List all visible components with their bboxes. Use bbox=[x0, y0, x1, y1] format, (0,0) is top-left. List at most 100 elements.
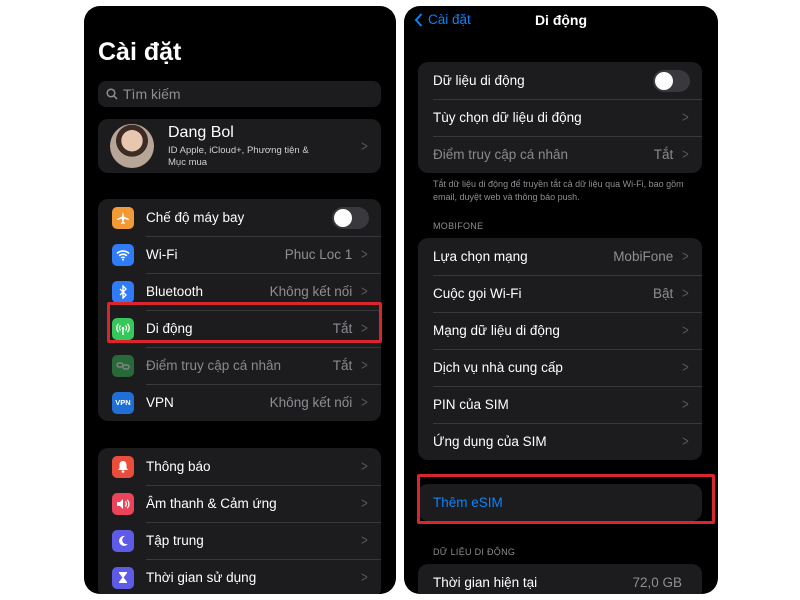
settings-row-sim-pin[interactable]: PIN của SIM > bbox=[418, 386, 702, 423]
settings-row-cellular-data[interactable]: Dữ liệu di động bbox=[418, 62, 702, 99]
row-label: Mạng dữ liệu di động bbox=[433, 323, 560, 338]
general-group: Thông báo > Âm thanh & Cảm ứng > Tập tru… bbox=[98, 448, 381, 594]
settings-row-sounds[interactable]: Âm thanh & Cảm ứng > bbox=[98, 485, 381, 522]
chevron-right-icon: > bbox=[361, 569, 368, 586]
settings-row-cellular-data-network[interactable]: Mạng dữ liệu di động > bbox=[418, 312, 702, 349]
chevron-right-icon: > bbox=[682, 396, 689, 413]
settings-row-cellular[interactable]: Di động Tắt > bbox=[98, 310, 381, 347]
nav-bar: Cài đặt Di động bbox=[404, 12, 718, 32]
settings-row-network-selection[interactable]: Lựa chọn mạng MobiFone > bbox=[418, 238, 702, 275]
row-label: Điểm truy cập cá nhân bbox=[433, 147, 569, 162]
row-label: Tùy chọn dữ liệu di động bbox=[433, 110, 582, 125]
hotspot-icon bbox=[112, 354, 134, 377]
row-label: Lựa chọn mạng bbox=[433, 249, 528, 264]
page-title: Cài đặt bbox=[98, 38, 182, 66]
profile-subtitle: ID Apple, iCloud+, Phương tiện & Mục mua bbox=[168, 144, 309, 168]
search-icon bbox=[106, 88, 118, 100]
chevron-right-icon: > bbox=[682, 146, 689, 163]
settings-row-sim-applications[interactable]: Ứng dụng của SIM > bbox=[418, 423, 702, 460]
settings-row-wifi-calling[interactable]: Cuộc gọi Wi-Fi Bật > bbox=[418, 275, 702, 312]
chevron-right-icon: > bbox=[682, 248, 689, 265]
row-label: Di động bbox=[146, 321, 193, 336]
airplane-mode-toggle[interactable] bbox=[332, 206, 369, 229]
settings-row-wifi[interactable]: Wi-Fi Phuc Loc 1 > bbox=[98, 236, 381, 273]
chevron-right-icon: > bbox=[361, 320, 368, 337]
carrier-section-header: MOBIFONE bbox=[433, 221, 484, 231]
row-value: Bật bbox=[652, 286, 674, 301]
add-esim-label: Thêm eSIM bbox=[433, 495, 503, 510]
row-value: Tắt bbox=[653, 147, 674, 162]
profile-card[interactable]: Dang Bol ID Apple, iCloud+, Phương tiện … bbox=[98, 119, 381, 173]
chevron-right-icon: > bbox=[361, 137, 368, 155]
settings-row-cellular-data-options[interactable]: Tùy chọn dữ liệu di động > bbox=[418, 99, 702, 136]
row-label: Âm thanh & Cảm ứng bbox=[146, 496, 277, 511]
row-label: VPN bbox=[146, 395, 174, 410]
data-usage-section-header: DỮ LIỆU DI ĐỘNG bbox=[433, 547, 516, 557]
settings-row-personal-hotspot[interactable]: Điểm truy cập cá nhân Tắt > bbox=[418, 136, 702, 173]
cellular-data-group: Dữ liệu di động Tùy chọn dữ liệu di động… bbox=[418, 62, 702, 173]
settings-row-airplane-mode[interactable]: Chế độ máy bay bbox=[98, 199, 381, 236]
row-label: Thời gian sử dụng bbox=[146, 570, 257, 585]
data-usage-group: Thời gian hiện tại 72,0 GB bbox=[418, 564, 702, 594]
cellular-data-footnote: Tắt dữ liệu di động để truyền tắt cả dữ … bbox=[433, 179, 684, 202]
esim-group: Thêm eSIM bbox=[418, 484, 702, 521]
vpn-icon: VPN bbox=[112, 391, 134, 414]
chevron-right-icon: > bbox=[361, 394, 368, 411]
chevron-right-icon: > bbox=[682, 359, 689, 376]
row-label: Chế độ máy bay bbox=[146, 210, 245, 225]
settings-row-current-period: Thời gian hiện tại 72,0 GB bbox=[418, 564, 702, 594]
row-value: Không kết nối bbox=[269, 284, 353, 299]
settings-row-bluetooth[interactable]: Bluetooth Không kết nối > bbox=[98, 273, 381, 310]
row-value: Không kết nối bbox=[269, 395, 353, 410]
row-label: Dữ liệu di động bbox=[433, 73, 525, 88]
row-label: Thông báo bbox=[146, 459, 211, 474]
row-value: Phuc Loc 1 bbox=[284, 247, 353, 262]
sound-icon bbox=[112, 492, 134, 515]
row-label: Điểm truy cập cá nhân bbox=[146, 358, 282, 373]
bluetooth-icon bbox=[112, 280, 134, 303]
chevron-right-icon: > bbox=[682, 285, 689, 302]
notification-icon bbox=[112, 455, 134, 478]
settings-row-focus[interactable]: Tập trung > bbox=[98, 522, 381, 559]
settings-row-carrier-services[interactable]: Dịch vụ nhà cung cấp > bbox=[418, 349, 702, 386]
row-value: MobiFone bbox=[613, 249, 674, 264]
settings-row-vpn[interactable]: VPN VPN Không kết nối > bbox=[98, 384, 381, 421]
page-title: Di động bbox=[534, 12, 588, 28]
chevron-right-icon: > bbox=[682, 322, 689, 339]
search-placeholder: Tìm kiếm bbox=[123, 86, 181, 102]
row-label: Tập trung bbox=[146, 533, 204, 548]
settings-row-personal-hotspot[interactable]: Điểm truy cập cá nhân Tắt > bbox=[98, 347, 381, 384]
chevron-right-icon: > bbox=[682, 109, 689, 126]
row-label: Thời gian hiện tại bbox=[433, 575, 538, 590]
row-label: PIN của SIM bbox=[433, 397, 509, 412]
settings-row-screen-time[interactable]: Thời gian sử dụng > bbox=[98, 559, 381, 594]
moon-icon bbox=[112, 529, 134, 552]
row-label: Cuộc gọi Wi-Fi bbox=[433, 286, 522, 301]
row-value: Tắt bbox=[332, 321, 353, 336]
chevron-right-icon: > bbox=[361, 357, 368, 374]
cellular-data-toggle[interactable] bbox=[653, 69, 690, 92]
row-value: Tắt bbox=[332, 358, 353, 373]
row-label: Wi-Fi bbox=[146, 247, 178, 262]
chevron-right-icon: > bbox=[361, 495, 368, 512]
chevron-right-icon: > bbox=[361, 246, 368, 263]
row-label: Bluetooth bbox=[146, 284, 204, 299]
settings-row-notifications[interactable]: Thông báo > bbox=[98, 448, 381, 485]
chevron-right-icon: > bbox=[361, 532, 368, 549]
carrier-group: Lựa chọn mạng MobiFone > Cuộc gọi Wi-Fi … bbox=[418, 238, 702, 460]
row-label: Dịch vụ nhà cung cấp bbox=[433, 360, 563, 375]
chevron-right-icon: > bbox=[361, 283, 368, 300]
profile-name: Dang Bol bbox=[168, 123, 234, 141]
row-label: Ứng dụng của SIM bbox=[433, 434, 547, 449]
row-value: 72,0 GB bbox=[632, 575, 682, 590]
search-input[interactable]: Tìm kiếm bbox=[98, 81, 381, 107]
avatar bbox=[110, 124, 154, 168]
chevron-right-icon: > bbox=[361, 458, 368, 475]
settings-screen: Cài đặt Tìm kiếm Dang Bol ID Apple, iClo… bbox=[84, 6, 396, 594]
cellular-screen: Cài đặt Di động Dữ liệu di động Tùy chọn… bbox=[404, 6, 718, 594]
add-esim-button[interactable]: Thêm eSIM bbox=[418, 484, 702, 521]
cellular-icon bbox=[112, 317, 134, 340]
hourglass-icon bbox=[112, 566, 134, 589]
airplane-icon bbox=[112, 206, 134, 229]
chevron-right-icon: > bbox=[682, 433, 689, 450]
